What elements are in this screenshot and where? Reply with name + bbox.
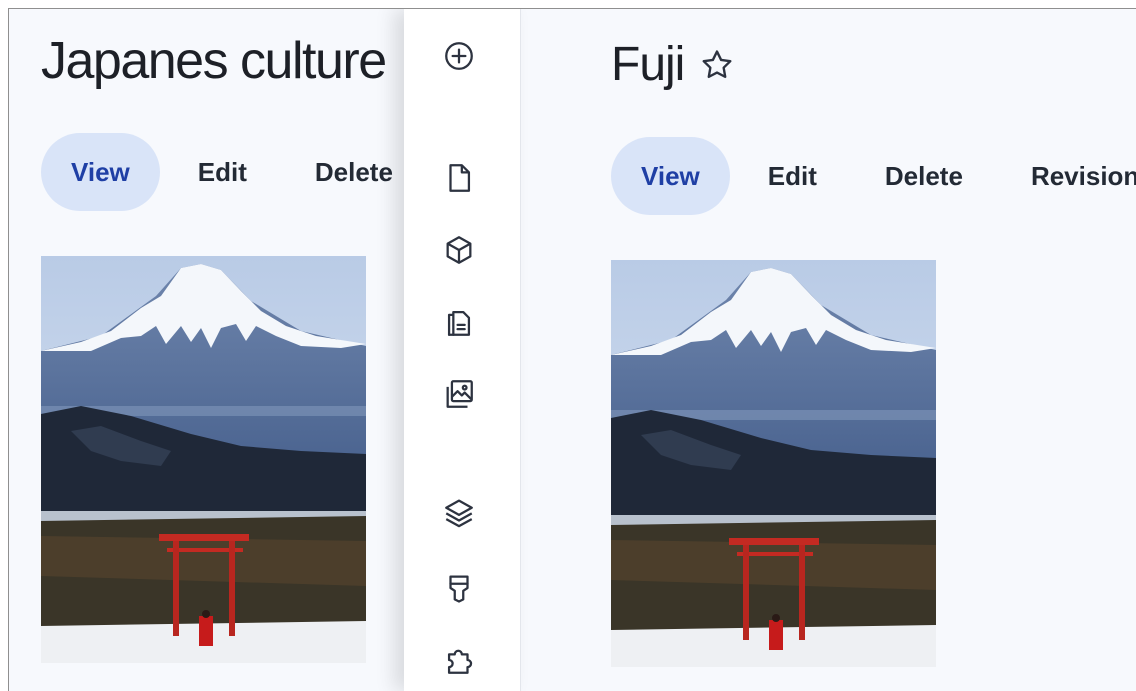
fuji-photo — [611, 260, 936, 667]
tab-view[interactable]: View — [41, 133, 160, 211]
tab-delete[interactable]: Delete — [285, 133, 409, 211]
icon-toolbar — [404, 9, 521, 691]
brush-icon[interactable] — [442, 571, 476, 605]
tab-delete[interactable]: Delete — [855, 137, 993, 215]
file-icon[interactable] — [442, 161, 476, 195]
tab-view[interactable]: View — [611, 137, 730, 215]
background-page: Japanes culture View Edit Delete — [9, 9, 409, 691]
star-icon[interactable] — [698, 46, 736, 84]
tab-bar: View Edit Delete — [41, 133, 409, 211]
tab-revisions[interactable]: Revisions — [1001, 137, 1136, 215]
title-row: Fuji — [611, 37, 736, 92]
documents-icon[interactable] — [442, 305, 476, 339]
tab-edit[interactable]: Edit — [168, 133, 277, 211]
image-icon[interactable] — [442, 377, 476, 411]
puzzle-icon[interactable] — [442, 643, 476, 677]
foreground-page: Fuji View Edit Delete Revisions — [521, 9, 1136, 691]
page-title: Japanes culture — [41, 32, 387, 90]
add-circle-icon[interactable] — [442, 39, 476, 73]
layers-icon[interactable] — [442, 495, 476, 529]
fuji-photo — [41, 256, 366, 663]
cube-icon[interactable] — [442, 233, 476, 267]
tab-edit[interactable]: Edit — [738, 137, 847, 215]
browser-frame: Japanes culture View Edit Delete Fuji Vi… — [8, 8, 1136, 691]
tab-bar: View Edit Delete Revisions — [611, 137, 1136, 215]
page-title: Fuji — [611, 38, 685, 91]
